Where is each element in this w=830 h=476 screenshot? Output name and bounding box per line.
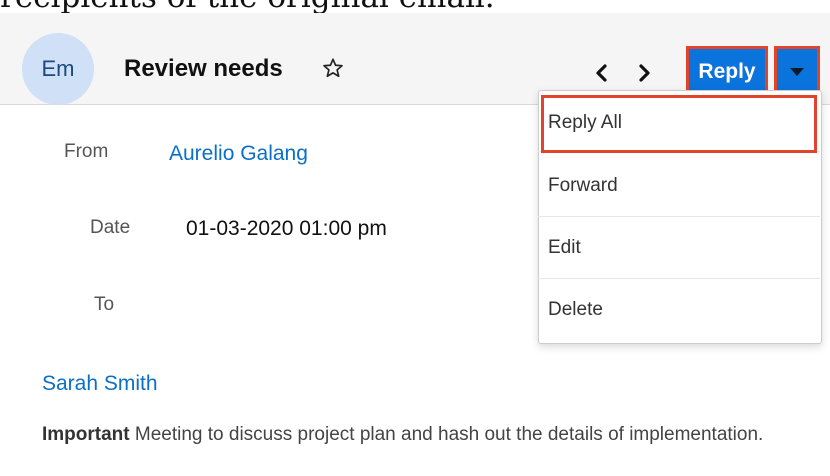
date-label: Date [90, 217, 131, 238]
menu-item-delete[interactable]: Delete [538, 279, 820, 341]
reply-button-label: Reply [698, 60, 756, 83]
chevron-left-icon[interactable] [594, 62, 610, 84]
avatar: Em [22, 33, 94, 105]
description-emphasis: Important [42, 424, 130, 445]
caret-down-icon [790, 68, 804, 76]
email-description: Important Meeting to discuss project pla… [42, 421, 802, 449]
chevron-right-icon[interactable] [636, 62, 652, 84]
to-link[interactable]: Sarah Smith [42, 372, 158, 396]
to-label: To [94, 294, 115, 315]
avatar-initials: Em [41, 56, 75, 81]
from-link[interactable]: Aurelio Galang [169, 142, 308, 166]
menu-item-edit[interactable]: Edit [538, 217, 820, 279]
caption-fragment: recipients of the original email. [0, 0, 830, 13]
from-label: From [64, 141, 109, 162]
date-value: 01-03-2020 01:00 pm [186, 217, 387, 240]
reply-all-highlight [541, 95, 817, 153]
menu-item-forward[interactable]: Forward [538, 155, 820, 217]
record-title: Review needs [124, 55, 283, 82]
description-text: Meeting to discuss project plan and hash… [129, 424, 764, 445]
star-icon[interactable] [322, 57, 344, 79]
